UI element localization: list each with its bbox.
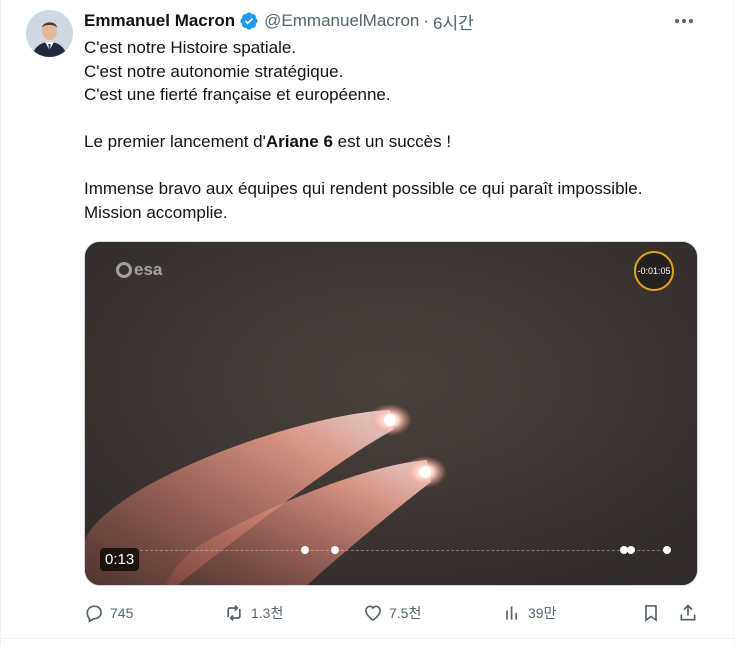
countdown-badge: -0:01:05 [634, 251, 674, 291]
repost-icon [227, 604, 241, 622]
like-count: 7.5천 [389, 605, 422, 621]
tweet-actions: 745 1.3천 7.5천 39만 [81, 600, 701, 626]
rocket-boosters-video-frame [85, 242, 697, 585]
verified-badge-icon[interactable] [239, 11, 259, 31]
avatar-image [26, 10, 73, 57]
chapter-marker[interactable] [331, 546, 339, 554]
reply-count: 745 [110, 605, 134, 621]
repost-count: 1.3천 [251, 605, 284, 621]
reply-button[interactable]: 745 [84, 600, 133, 626]
author-name[interactable]: Emmanuel Macron [84, 11, 235, 31]
more-icon [675, 19, 693, 23]
video-player[interactable]: esa -0:01:05 0:13 [84, 241, 698, 586]
more-options-button[interactable] [672, 11, 696, 31]
launch-suffix: est un succès ! [332, 132, 452, 151]
video-timecode: 0:13 [100, 548, 140, 571]
chapter-marker[interactable] [627, 546, 635, 554]
bookmark-icon [645, 605, 657, 622]
timestamp[interactable]: 6시간 [433, 9, 474, 34]
avatar[interactable] [26, 10, 73, 57]
chapter-marker[interactable] [663, 546, 671, 554]
esa-logo-icon [116, 262, 132, 278]
like-button[interactable]: 7.5천 [363, 600, 421, 626]
tweet-text: C'est notre Histoire spatiale. C'est not… [84, 36, 704, 224]
reply-icon [86, 605, 102, 623]
views-button[interactable]: 39만 [502, 600, 556, 626]
separator-dot: · [423, 11, 430, 30]
esa-label: esa [134, 260, 163, 279]
text-line: Mission accomplie. [84, 202, 228, 222]
repost-button[interactable]: 1.3천 [223, 600, 283, 626]
share-icon [680, 604, 696, 621]
share-button[interactable] [678, 600, 704, 626]
author-handle[interactable]: @EmmanuelMacron [264, 11, 419, 31]
divider [1, 638, 735, 639]
bookmark-button[interactable] [641, 600, 667, 626]
text-line: Immense bravo aux équipes qui rendent po… [84, 179, 643, 198]
ariane-6-bold: Ariane 6 [265, 132, 333, 151]
tweet-card[interactable]: Emmanuel Macron @EmmanuelMacron · 6시간 C'… [0, 0, 735, 646]
text-line: C'est notre autonomie stratégique. [84, 61, 344, 81]
chapter-marker[interactable] [301, 546, 309, 554]
view-count: 39만 [528, 605, 557, 621]
text-line: C'est une fierté française et européenne… [84, 85, 391, 104]
launch-prefix: Le premier lancement d' [84, 132, 266, 151]
video-progress-track[interactable] [140, 550, 670, 551]
text-line: C'est notre Histoire spatiale. [84, 38, 297, 57]
launch-line: Le premier lancement d'Ariane 6 est un s… [84, 130, 704, 154]
heart-icon [365, 605, 381, 622]
esa-watermark: esa [116, 260, 162, 280]
tweet-header: Emmanuel Macron @EmmanuelMacron · 6시간 [84, 9, 474, 33]
views-chart-icon [506, 606, 517, 620]
